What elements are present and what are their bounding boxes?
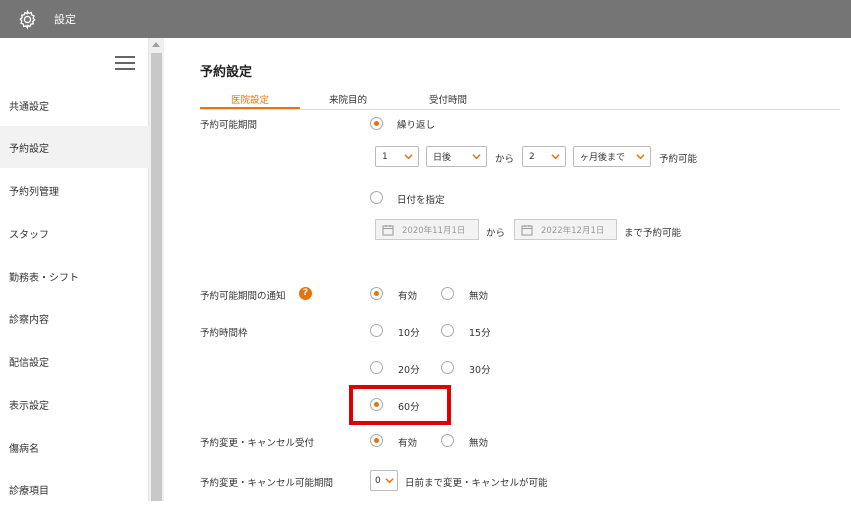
- menu-icon[interactable]: [115, 56, 135, 70]
- active-tab-indicator: [200, 107, 300, 109]
- change-on-label: 有効: [398, 438, 418, 449]
- calendar-icon: [521, 225, 533, 236]
- change-period-suffix: 日前まで変更・キャンセルが可能: [405, 478, 548, 489]
- period-days-select[interactable]: 1: [375, 146, 419, 167]
- sidebar-item-exam[interactable]: 診察内容: [0, 297, 149, 339]
- change-period-label: 予約変更・キャンセル可能期間: [200, 478, 334, 489]
- scroll-up-icon[interactable]: [152, 42, 160, 47]
- timeslot-20-radio[interactable]: [370, 361, 383, 374]
- period-specify-label: 日付を指定: [397, 195, 445, 206]
- timeslot-10-label: 10分: [398, 328, 420, 339]
- tab-clinic-settings[interactable]: 医院設定: [200, 92, 300, 106]
- change-off-label: 無効: [469, 438, 489, 449]
- sidebar-item-label: 勤務表・シフト: [9, 272, 79, 284]
- period-available-text: 予約可能: [659, 154, 698, 165]
- date-from-text: から: [486, 228, 506, 239]
- tab-label: 来院目的: [328, 95, 367, 106]
- tab-label: 医院設定: [230, 95, 269, 106]
- sidebar-item-common[interactable]: 共通設定: [0, 84, 149, 126]
- sidebar-item-shift[interactable]: 勤務表・シフト: [0, 255, 149, 297]
- select-value: 1: [382, 151, 388, 162]
- sidebar-item-label: スタッフ: [9, 229, 49, 241]
- sidebar-item-label: 予約設定: [9, 143, 49, 155]
- sidebar-item-label: 表示設定: [9, 400, 49, 412]
- sidebar-scrollbar[interactable]: [149, 38, 164, 501]
- chevron-down-icon: [404, 154, 413, 160]
- change-label: 予約変更・キャンセル受付: [200, 438, 315, 449]
- period-specify-radio[interactable]: [370, 191, 383, 204]
- sidebar-item-staff[interactable]: スタッフ: [0, 212, 149, 254]
- timeslot-15-radio[interactable]: [441, 324, 454, 337]
- sidebar-item-label: 診療項目: [9, 485, 49, 497]
- period-repeat-label: 繰り返し: [397, 120, 436, 131]
- date-from-input[interactable]: 2020年11月1日: [375, 219, 479, 240]
- sidebar-item-disease[interactable]: 傷病名: [0, 426, 149, 468]
- tab-bar: 医院設定 来院目的 受付時間: [200, 92, 840, 110]
- sidebar-item-delivery[interactable]: 配信設定: [0, 340, 149, 382]
- highlight-box: [349, 385, 451, 425]
- period-repeat-radio[interactable]: [370, 117, 383, 130]
- timeslot-label: 予約時間枠: [200, 328, 248, 339]
- sidebar-item-label: 共通設定: [9, 101, 49, 113]
- select-value: 日後: [433, 153, 452, 163]
- tab-reception-hours[interactable]: 受付時間: [413, 92, 483, 106]
- chevron-down-icon: [472, 154, 481, 160]
- sidebar-item-label: 診察内容: [9, 314, 49, 326]
- gear-icon[interactable]: [17, 9, 38, 30]
- top-bar: 設定: [0, 0, 851, 38]
- notify-on-label: 有効: [398, 291, 418, 302]
- chevron-down-icon: [636, 154, 645, 160]
- select-value: ヶ月後まで: [580, 153, 626, 163]
- sidebar-item-queue[interactable]: 予約列管理: [0, 169, 149, 211]
- date-to-input[interactable]: 2022年12月1日: [514, 219, 617, 240]
- notify-off-label: 無効: [469, 291, 489, 302]
- timeslot-30-label: 30分: [469, 365, 491, 376]
- timeslot-15-label: 15分: [469, 328, 491, 339]
- scrollbar-thumb[interactable]: [151, 53, 162, 501]
- select-value: 0: [375, 475, 381, 486]
- sidebar-item-label: 配信設定: [9, 357, 49, 369]
- help-icon[interactable]: ?: [299, 287, 312, 300]
- date-value: 2020年11月1日: [402, 225, 466, 236]
- period-unit-select[interactable]: 日後: [426, 146, 487, 167]
- period-until-select[interactable]: ヶ月後まで: [573, 146, 651, 167]
- sidebar-item-reservation[interactable]: 予約設定: [0, 126, 149, 168]
- tab-visit-purpose[interactable]: 来院目的: [313, 92, 383, 106]
- date-until-text: まで予約可能: [624, 228, 682, 239]
- period-from-text: から: [495, 154, 515, 165]
- timeslot-10-radio[interactable]: [370, 324, 383, 337]
- change-off-radio[interactable]: [441, 434, 454, 447]
- calendar-icon: [382, 225, 394, 236]
- period-label: 予約可能期間: [200, 120, 258, 131]
- timeslot-20-label: 20分: [398, 365, 420, 376]
- chevron-down-icon: [385, 478, 394, 484]
- date-value: 2022年12月1日: [541, 225, 605, 236]
- page-title: 予約設定: [200, 65, 253, 80]
- timeslot-30-radio[interactable]: [441, 361, 454, 374]
- page-header-title: 設定: [54, 13, 76, 26]
- notify-label: 予約可能期間の通知: [200, 291, 286, 302]
- change-on-radio[interactable]: [370, 434, 383, 447]
- notify-on-radio[interactable]: [370, 287, 383, 300]
- sidebar-item-label: 傷病名: [9, 443, 39, 455]
- chevron-down-icon: [551, 154, 560, 160]
- sidebar-item-display[interactable]: 表示設定: [0, 383, 149, 425]
- notify-off-radio[interactable]: [441, 287, 454, 300]
- main-content: 予約設定 医院設定 来院目的 受付時間 予約可能期間 繰り返し 1 日後 から …: [165, 38, 851, 501]
- sidebar: 共通設定 予約設定 予約列管理 スタッフ 勤務表・シフト 診察内容 配信設定 表…: [0, 38, 149, 501]
- sidebar-item-treatment[interactable]: 診療項目: [0, 468, 149, 510]
- change-days-select[interactable]: 0: [370, 470, 398, 491]
- select-value: 2: [529, 151, 535, 162]
- tab-label: 受付時間: [428, 95, 467, 106]
- period-months-select[interactable]: 2: [522, 146, 566, 167]
- sidebar-item-label: 予約列管理: [9, 186, 59, 198]
